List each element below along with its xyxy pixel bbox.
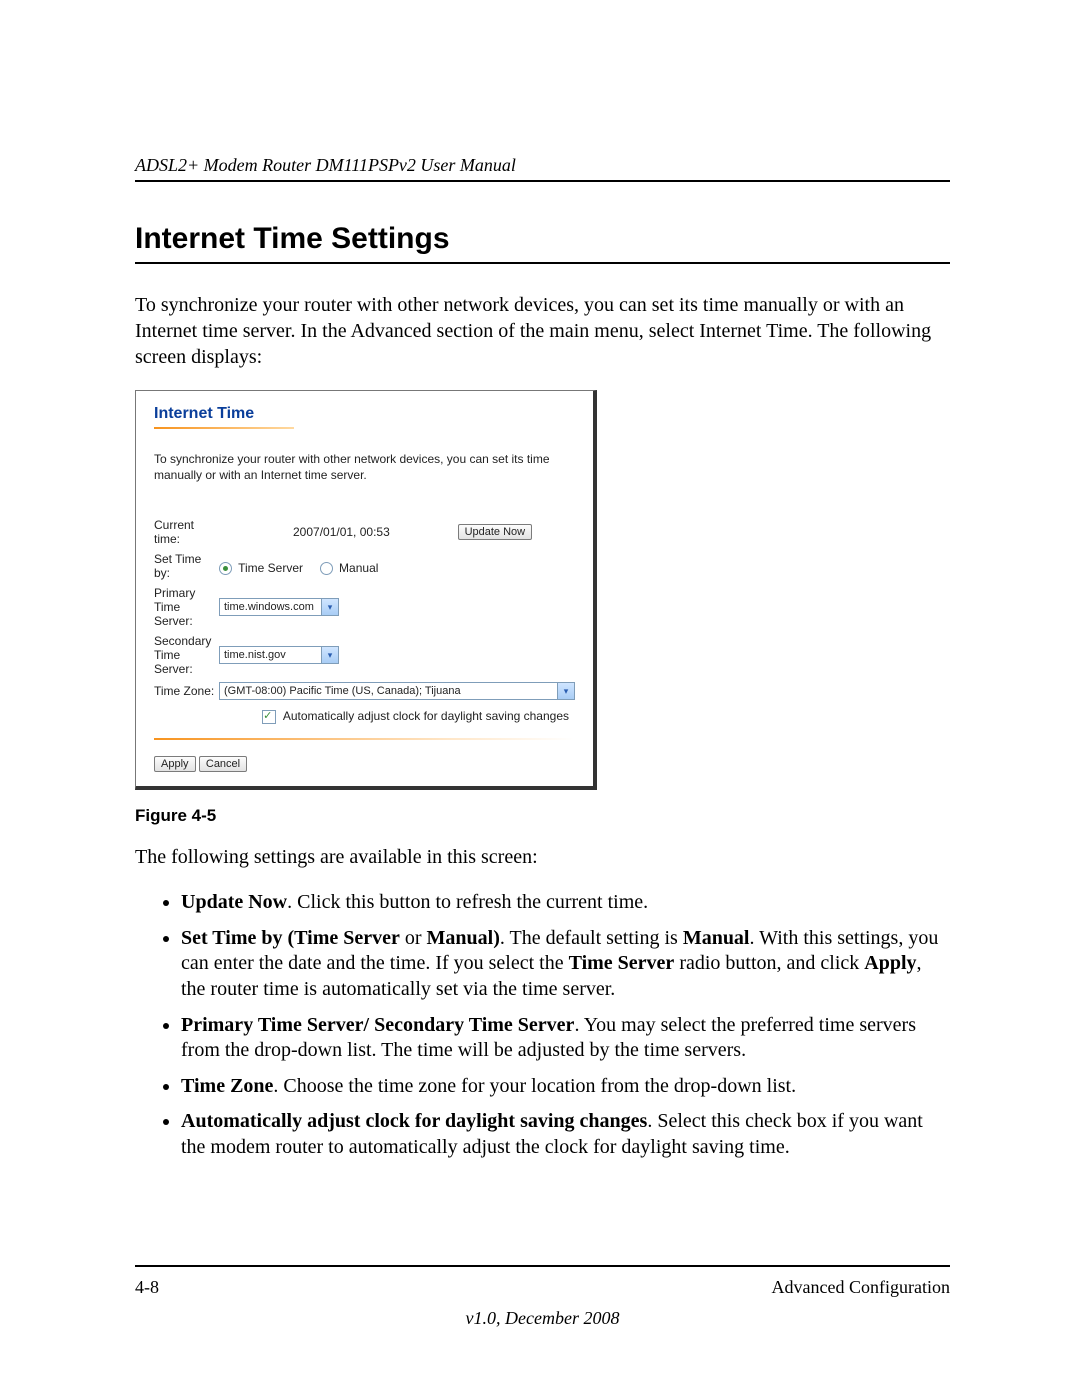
screenshot-panel: Internet Time To synchronize your router… <box>135 390 597 790</box>
bold-text: Manual <box>683 927 750 949</box>
secondary-server-label: Secondary Time Server: <box>154 631 219 679</box>
page-footer: 4-8 Advanced Configuration v1.0, Decembe… <box>135 1265 950 1329</box>
running-header: ADSL2+ Modem Router DM111PSPv2 User Manu… <box>135 155 950 176</box>
text: . The default setting is <box>500 927 683 949</box>
footer-rule <box>135 1265 950 1267</box>
settings-table: Current time: 2007/01/01, 00:53 Update N… <box>154 515 579 703</box>
primary-server-label: Primary Time Server: <box>154 583 219 631</box>
version-line: v1.0, December 2008 <box>135 1308 950 1329</box>
figure-caption: Figure 4-5 <box>135 806 950 826</box>
section-heading-rule <box>135 262 950 264</box>
timezone-select[interactable]: (GMT-08:00) Pacific Time (US, Canada); T… <box>219 682 575 700</box>
update-now-button[interactable]: Update Now <box>458 524 533 540</box>
text: radio button, and click <box>674 952 864 974</box>
bold-text: Time Server <box>569 952 675 974</box>
current-time-value: 2007/01/01, 00:53 <box>293 515 438 549</box>
radio-time-server[interactable] <box>219 562 232 575</box>
settings-intro: The following settings are available in … <box>135 844 950 870</box>
radio-manual[interactable] <box>320 562 333 575</box>
panel-title-underline <box>154 427 294 429</box>
cancel-button[interactable]: Cancel <box>199 756 247 772</box>
list-item: Time Zone. Choose the time zone for your… <box>181 1074 950 1100</box>
bold-text: Set Time by (Time Server <box>181 927 400 949</box>
set-time-by-label: Set Time by: <box>154 549 219 583</box>
current-time-label: Current time: <box>154 515 219 549</box>
primary-server-select[interactable]: time.windows.com ▾ <box>219 598 339 616</box>
panel-intro-text: To synchronize your router with other ne… <box>154 451 574 483</box>
chevron-down-icon[interactable]: ▾ <box>557 683 574 699</box>
bold-text: Update Now <box>181 891 287 913</box>
secondary-server-row: Secondary Time Server: time.nist.gov ▾ <box>154 631 579 679</box>
panel-footer-separator <box>154 738 574 740</box>
page-number: 4-8 <box>135 1277 159 1298</box>
section-name: Advanced Configuration <box>772 1277 950 1298</box>
bold-text: Time Zone <box>181 1075 273 1097</box>
list-item: Set Time by (Time Server or Manual). The… <box>181 926 950 1003</box>
list-item: Automatically adjust clock for daylight … <box>181 1109 950 1160</box>
dst-checkbox[interactable] <box>262 710 276 724</box>
primary-server-row: Primary Time Server: time.windows.com ▾ <box>154 583 579 631</box>
settings-list: Update Now. Click this button to refresh… <box>135 890 950 1160</box>
panel-title: Internet Time <box>154 405 579 423</box>
secondary-server-value: time.nist.gov <box>224 649 286 661</box>
set-time-by-row: Set Time by: Time Server Manual <box>154 549 579 583</box>
text: . Click this button to refresh the curre… <box>287 891 648 913</box>
secondary-server-select[interactable]: time.nist.gov ▾ <box>219 646 339 664</box>
bold-text: Manual) <box>427 927 500 949</box>
radio-time-server-label: Time Server <box>238 561 303 575</box>
bold-text: Primary Time Server/ Secondary Time Serv… <box>181 1014 574 1036</box>
text: . Choose the time zone for your location… <box>273 1075 796 1097</box>
manual-page: ADSL2+ Modem Router DM111PSPv2 User Manu… <box>0 0 1080 1397</box>
timezone-row: Time Zone: (GMT-08:00) Pacific Time (US,… <box>154 679 579 703</box>
timezone-value: (GMT-08:00) Pacific Time (US, Canada); T… <box>224 685 461 697</box>
text: or <box>400 927 427 949</box>
primary-server-value: time.windows.com <box>224 601 314 613</box>
dst-row: Automatically adjust clock for daylight … <box>154 703 573 734</box>
chevron-down-icon[interactable]: ▾ <box>321 599 338 615</box>
current-time-row: Current time: 2007/01/01, 00:53 Update N… <box>154 515 579 549</box>
section-heading: Internet Time Settings <box>135 222 950 256</box>
list-item: Primary Time Server/ Secondary Time Serv… <box>181 1013 950 1064</box>
intro-paragraph: To synchronize your router with other ne… <box>135 292 950 370</box>
bold-text: Apply <box>864 952 916 974</box>
timezone-label: Time Zone: <box>154 679 219 703</box>
list-item: Update Now. Click this button to refresh… <box>181 890 950 916</box>
radio-manual-label: Manual <box>339 561 378 575</box>
header-rule <box>135 180 950 182</box>
apply-button[interactable]: Apply <box>154 756 196 772</box>
chevron-down-icon[interactable]: ▾ <box>321 647 338 663</box>
dst-checkbox-label: Automatically adjust clock for daylight … <box>283 709 569 723</box>
bold-text: Automatically adjust clock for daylight … <box>181 1110 647 1132</box>
